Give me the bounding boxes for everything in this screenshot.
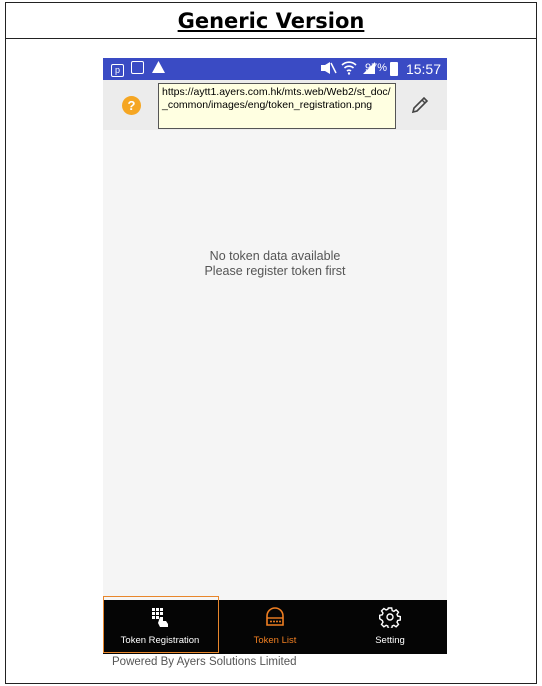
battery-percent: 97%: [364, 62, 387, 74]
warning-icon: [151, 60, 166, 77]
p-notification-icon: p: [111, 61, 124, 77]
nav-label-setting: Setting: [375, 635, 405, 646]
mute-icon: [319, 61, 337, 78]
empty-state-message: No token data available Please register …: [103, 249, 447, 279]
battery-icon: [390, 62, 398, 76]
nav-setting[interactable]: Setting: [333, 600, 447, 654]
document-title: Generic Version: [177, 9, 365, 33]
url-tooltip: https://aytt1.ayers.com.hk/mts.web/Web2/…: [158, 83, 396, 129]
image-notification-icon: [131, 61, 144, 77]
edit-pencil-icon[interactable]: [409, 94, 431, 116]
powered-by-footer: Powered By Ayers Solutions Limited: [112, 656, 297, 668]
gear-icon: [379, 606, 401, 630]
token-registration-highlight: [103, 596, 219, 653]
nav-token-list[interactable]: Token List: [218, 600, 332, 654]
help-icon[interactable]: ?: [122, 96, 141, 115]
status-time: 15:57: [405, 61, 441, 77]
nav-label-token-list: Token List: [253, 635, 297, 646]
phone-screen: p 97% 15:57 ? No token data available Pl…: [103, 58, 447, 654]
empty-state-line1: No token data available: [209, 249, 341, 263]
token-list-icon: [264, 606, 286, 628]
wifi-icon: [341, 60, 357, 78]
empty-state-line2: Please register token first: [204, 264, 346, 278]
status-bar: p 97% 15:57: [103, 58, 447, 80]
document-header: Generic Version: [6, 3, 536, 39]
